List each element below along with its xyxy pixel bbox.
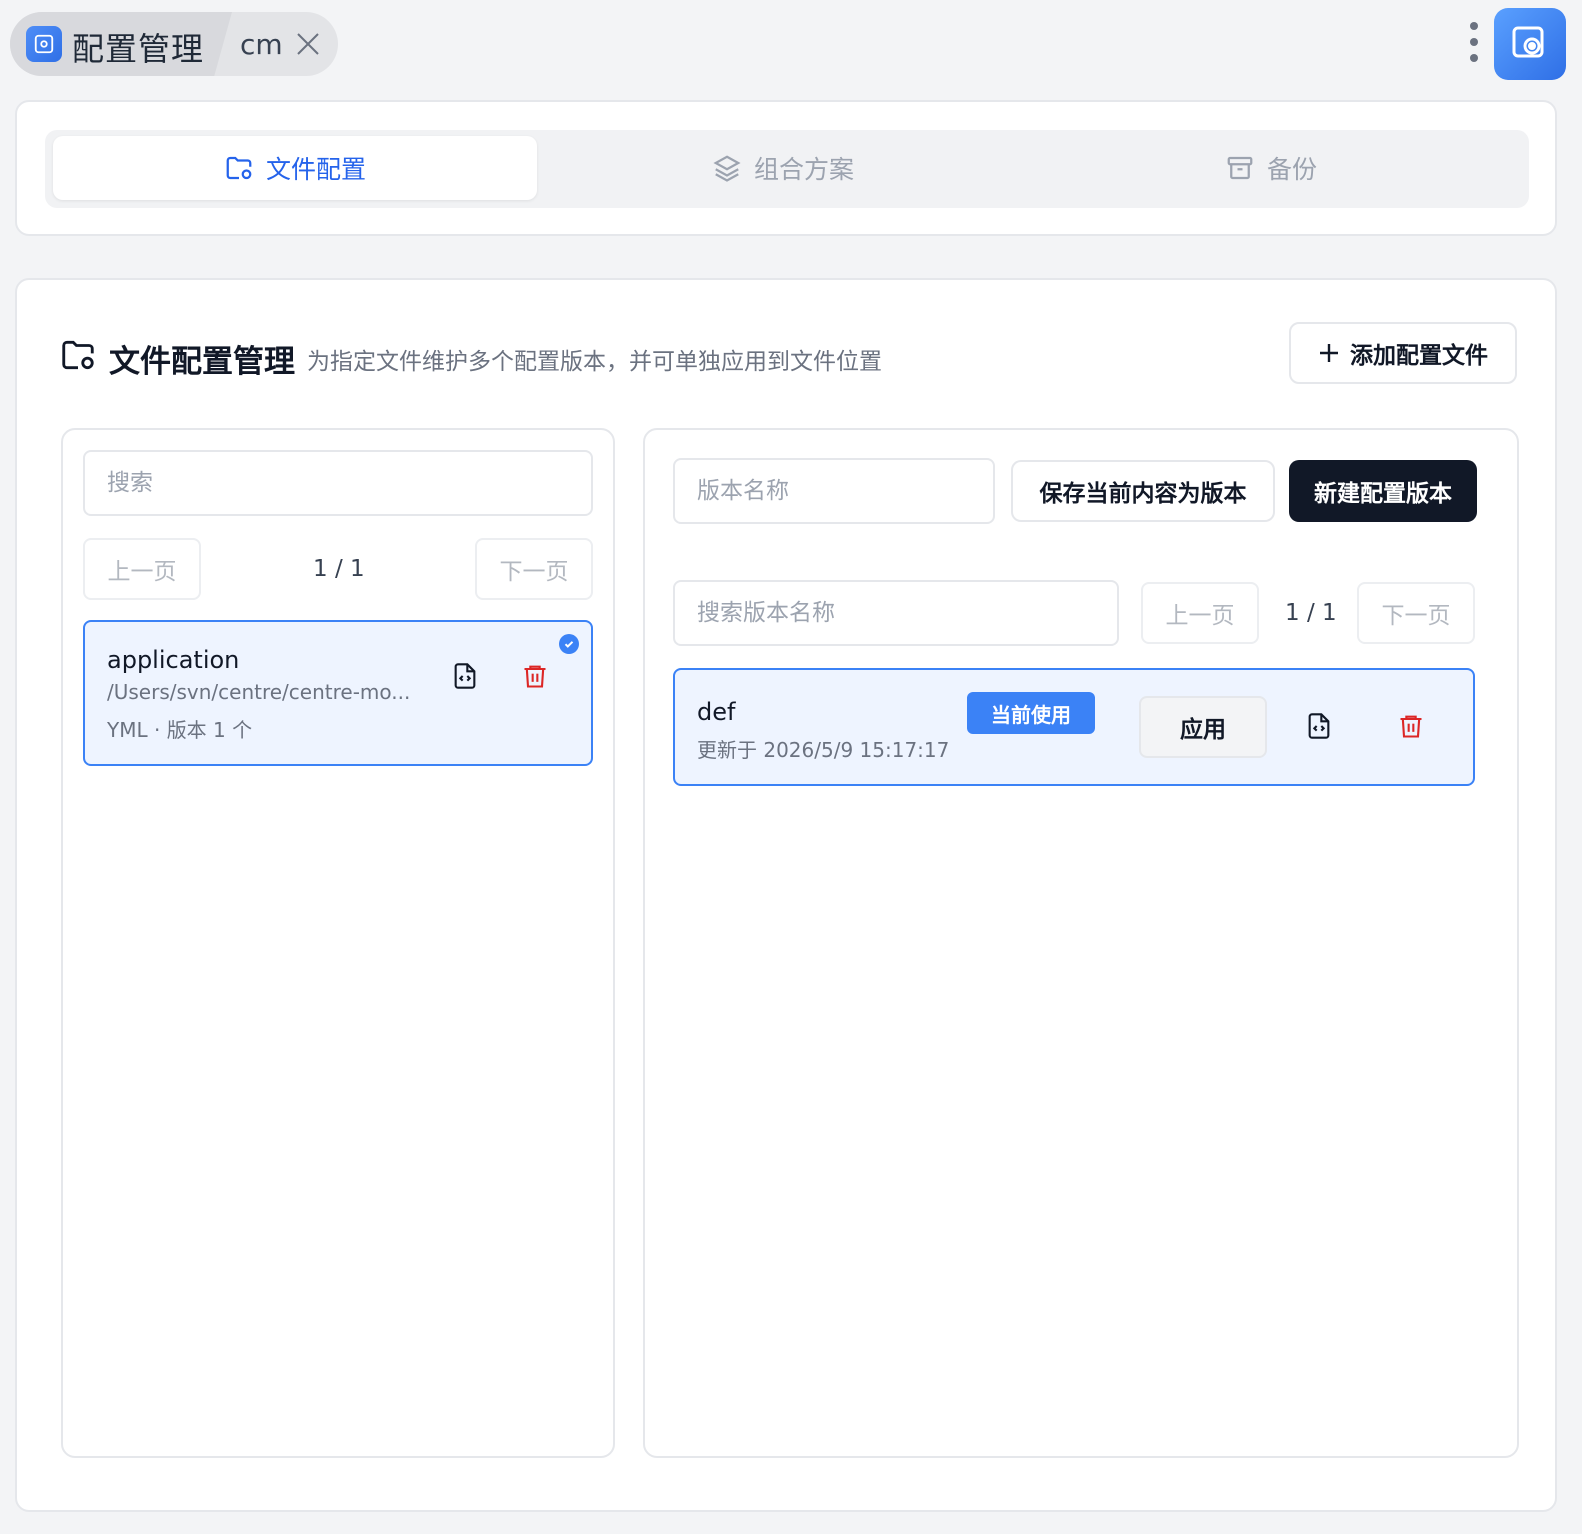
segmented-tabs: 文件配置 组合方案 备份 xyxy=(45,130,1529,208)
tab-subtitle[interactable]: cm xyxy=(240,28,283,61)
page-description: 为指定文件维护多个配置版本，并可单独应用到文件位置 xyxy=(307,349,882,375)
app-title: 配置管理 xyxy=(72,30,205,68)
trash-icon[interactable] xyxy=(519,660,551,692)
check-circle-icon xyxy=(559,634,579,654)
new-version-button[interactable]: 新建配置版本 xyxy=(1289,460,1477,522)
config-logo-icon[interactable] xyxy=(1494,8,1566,80)
version-search-input[interactable] xyxy=(673,580,1119,646)
layers-icon xyxy=(713,155,741,182)
app-icon xyxy=(26,26,62,62)
add-config-file-button[interactable]: 添加配置文件 xyxy=(1289,322,1517,384)
tab-label: 备份 xyxy=(1266,155,1317,184)
title-bar: 配置管理 cm xyxy=(0,0,1582,100)
archive-icon xyxy=(1227,156,1253,180)
close-icon[interactable] xyxy=(294,30,322,58)
tab-combination[interactable]: 组合方案 xyxy=(541,136,1025,200)
file-code-icon[interactable] xyxy=(449,660,481,692)
file-list-item[interactable]: application /Users/svn/centre/centre-mo.… xyxy=(83,620,593,766)
file-page-indicator: 1 / 1 xyxy=(313,556,365,582)
add-button-label: 添加配置文件 xyxy=(1350,343,1488,369)
file-next-page-button[interactable]: 下一页 xyxy=(475,538,593,600)
current-version-badge: 当前使用 xyxy=(967,692,1095,734)
file-prev-page-button[interactable]: 上一页 xyxy=(83,538,201,600)
file-search-input[interactable] xyxy=(83,450,593,516)
file-name: application xyxy=(107,646,240,674)
nav-card: 文件配置 组合方案 备份 xyxy=(15,100,1557,236)
file-meta: YML · 版本 1 个 xyxy=(107,718,253,742)
tab-label: 文件配置 xyxy=(265,155,366,184)
main-card: 文件配置管理 为指定文件维护多个配置版本，并可单独应用到文件位置 添加配置文件 … xyxy=(15,278,1557,1512)
version-page-indicator: 1 / 1 xyxy=(1285,600,1337,626)
file-path: /Users/svn/centre/centre-mo... xyxy=(107,680,411,704)
page-title: 文件配置管理 xyxy=(109,344,295,380)
version-next-page-button[interactable]: 下一页 xyxy=(1357,582,1475,644)
tab-file-config[interactable]: 文件配置 xyxy=(53,136,537,200)
version-prev-page-button[interactable]: 上一页 xyxy=(1141,582,1259,644)
file-list-panel: 上一页 1 / 1 下一页 application /Users/svn/cen… xyxy=(61,428,615,1458)
folder-gear-icon xyxy=(226,156,252,180)
more-vertical-icon[interactable] xyxy=(1468,22,1480,66)
tab-backup[interactable]: 备份 xyxy=(1029,136,1513,200)
version-name: def xyxy=(697,698,736,726)
tab-label: 组合方案 xyxy=(753,155,854,184)
folder-gear-icon xyxy=(62,340,94,370)
apply-version-button[interactable]: 应用 xyxy=(1139,696,1267,758)
version-name-input[interactable] xyxy=(673,458,995,524)
save-as-version-button[interactable]: 保存当前内容为版本 xyxy=(1011,460,1275,522)
version-panel: 保存当前内容为版本 新建配置版本 上一页 1 / 1 下一页 def 更新于 2… xyxy=(643,428,1519,1458)
plus-icon xyxy=(1320,344,1338,362)
trash-icon[interactable] xyxy=(1395,710,1427,742)
version-updated-time: 更新于 2026/5/9 15:17:17 xyxy=(697,738,950,762)
version-list-item[interactable]: def 更新于 2026/5/9 15:17:17 当前使用 应用 xyxy=(673,668,1475,786)
file-code-icon[interactable] xyxy=(1303,710,1335,742)
